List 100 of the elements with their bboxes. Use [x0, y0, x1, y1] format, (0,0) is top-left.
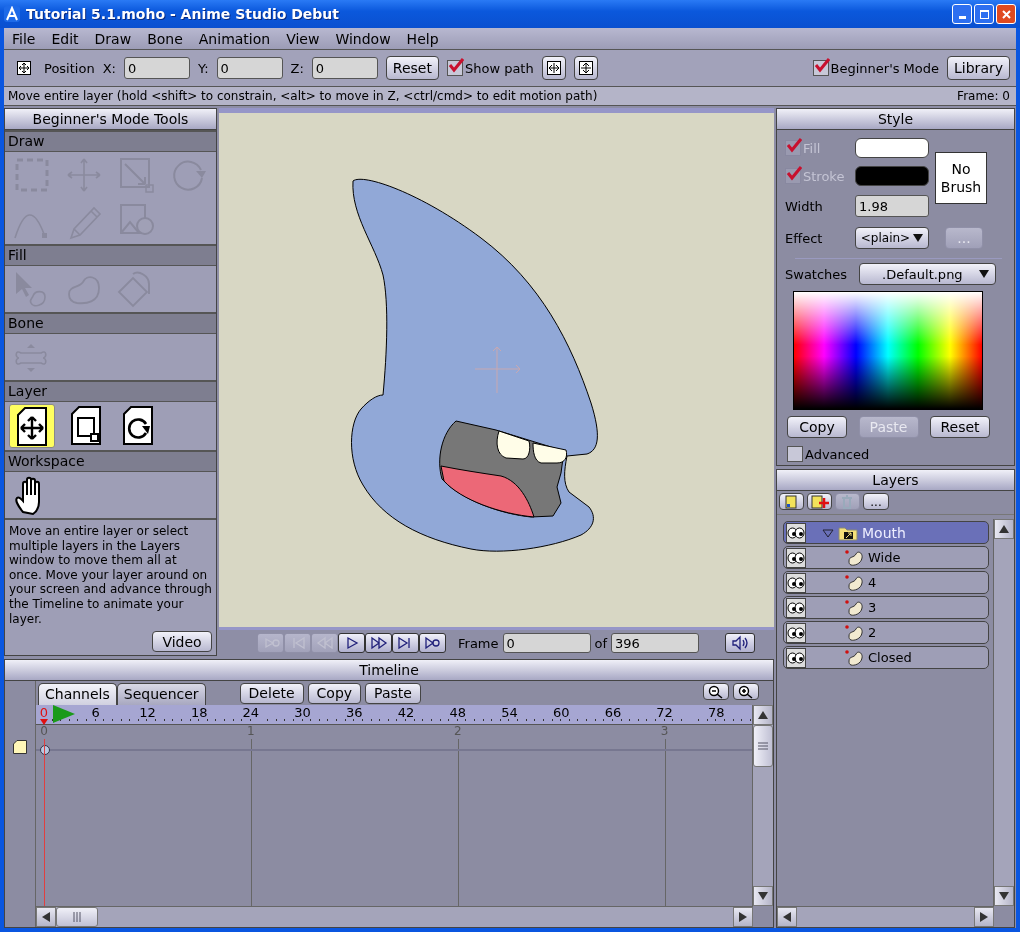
timeline-button[interactable]: Copy	[307, 682, 362, 704]
frame-number: 0	[39, 706, 49, 720]
add-layer-icon	[809, 493, 830, 510]
layer-name: Closed	[868, 650, 912, 665]
coordinate-field[interactable]: 0	[216, 57, 283, 79]
menu-item[interactable]: View	[278, 30, 328, 47]
palette-button[interactable]: Copy	[787, 416, 847, 438]
maximize-button[interactable]	[974, 4, 994, 24]
layer-tool-button[interactable]	[807, 493, 832, 510]
advanced-label: Advanced	[805, 446, 870, 462]
layer-name: 2	[868, 625, 877, 640]
scroll-thumb[interactable]	[753, 725, 773, 767]
fill-color-swatch[interactable]	[855, 138, 929, 158]
menu-item[interactable]: Window	[327, 30, 399, 47]
left-arrow-icon	[783, 912, 791, 922]
section-header: Workspace	[5, 450, 216, 472]
eyes-icon	[786, 647, 806, 668]
frame-ruler[interactable]: 0 6 12 18 24 30 36 42 48 54 60 66 72 78	[36, 705, 752, 725]
effect-dropdown[interactable]: <plain>	[855, 227, 929, 249]
horizontal-scrollbar[interactable]	[36, 906, 753, 927]
coordinate-field[interactable]: 0	[311, 57, 378, 79]
playback-button[interactable]	[392, 633, 419, 653]
timeline-button[interactable]: Delete	[239, 682, 304, 704]
layer-row[interactable]: Mouth	[783, 521, 989, 544]
menu-item[interactable]: Draw	[86, 30, 140, 47]
palette-button[interactable]: Reset	[930, 416, 990, 438]
right-arrow-icon	[739, 912, 747, 922]
checkmark-icon	[813, 58, 830, 74]
zoom-out-icon	[708, 684, 724, 699]
layer-name: Wide	[868, 550, 901, 565]
width-label: Width	[785, 198, 824, 214]
panel-header: Beginner's Mode Tools	[5, 109, 216, 130]
frame-number: 24	[242, 706, 260, 720]
flip-horizontal-button[interactable]	[541, 56, 566, 80]
layer-row[interactable]: 3	[783, 596, 989, 619]
menu-item[interactable]: File	[4, 30, 44, 47]
playback-button[interactable]	[365, 633, 392, 653]
eyes-icon	[786, 522, 806, 543]
menu-item[interactable]: Help	[398, 30, 447, 47]
color-palette[interactable]	[793, 291, 983, 410]
brush-preview[interactable]: No Brush	[935, 152, 987, 204]
second-marker: 1	[247, 725, 255, 738]
layer-row[interactable]: 2	[783, 621, 989, 644]
stroke-color-swatch[interactable]	[855, 166, 929, 186]
effect-label: Effect	[785, 230, 824, 246]
playback-button[interactable]	[338, 633, 365, 653]
close-icon	[1001, 9, 1011, 19]
speaker-icon	[730, 634, 751, 652]
tab[interactable]: Channels	[38, 683, 117, 705]
playback-button[interactable]	[419, 633, 446, 653]
zoom-in-button[interactable]	[733, 683, 759, 700]
zoom-out-button[interactable]	[703, 683, 729, 700]
coordinate-field[interactable]: 0	[123, 57, 190, 79]
library-button[interactable]: Library	[947, 56, 1010, 80]
flip-vertical-icon	[577, 60, 594, 76]
layer-row[interactable]: Wide	[783, 546, 989, 569]
left-arrow-icon	[42, 912, 50, 922]
window-title: Tutorial 5.1.moho - Anime Studio Debut	[26, 6, 340, 22]
horizontal-scrollbar[interactable]	[777, 906, 994, 927]
eyes-icon	[786, 572, 806, 593]
reset-button[interactable]: Reset	[385, 56, 439, 80]
total-frames-field[interactable]: 396	[611, 633, 700, 653]
menu-item[interactable]: Bone	[139, 30, 191, 47]
frame-field[interactable]: 0	[502, 633, 591, 653]
frame-label: Frame	[458, 635, 499, 651]
section-header: Fill	[5, 244, 216, 266]
frame-number: 36	[346, 706, 363, 720]
frame-number: 66	[604, 706, 622, 720]
frame-number: 30	[294, 706, 311, 720]
tab[interactable]: Sequencer	[116, 683, 206, 705]
help-text: Move an entire layer or select multiple layers in the Layers window to move them all at once. Move your layer around on your screen and advance through the Timeline to animate your layer.	[9, 524, 212, 627]
width-field[interactable]: 1.98	[855, 195, 929, 217]
bean-layer-icon	[844, 648, 864, 667]
scroll-thumb[interactable]	[56, 907, 98, 927]
swatches-label: Swatches	[785, 266, 848, 282]
layer-page-icon	[12, 739, 28, 755]
checkbox[interactable]	[787, 446, 803, 462]
timeline-button[interactable]: Paste	[365, 682, 421, 704]
panel-header: Layers	[777, 470, 1014, 491]
frame-indicator: Frame: 0	[957, 89, 1010, 103]
swatches-dropdown[interactable]: .Default.png	[859, 263, 997, 285]
flip-vertical-button[interactable]	[573, 56, 598, 80]
tool-button[interactable]	[9, 404, 55, 448]
section-header: Layer	[5, 380, 216, 402]
menu-item[interactable]: Animation	[190, 30, 279, 47]
layer-tool-button[interactable]	[779, 493, 804, 510]
layer-row[interactable]: 4	[783, 571, 989, 594]
checkbox[interactable]	[446, 60, 463, 76]
sound-button[interactable]	[725, 633, 756, 653]
checkbox[interactable]	[812, 60, 829, 76]
vertical-scrollbar[interactable]	[993, 519, 1014, 906]
close-button[interactable]	[996, 4, 1016, 24]
layer-options-button[interactable]: ...	[863, 493, 889, 510]
vertical-scrollbar[interactable]	[752, 705, 773, 906]
menu-item[interactable]: Edit	[43, 30, 87, 47]
video-button[interactable]: Video	[152, 631, 212, 652]
frame-number: 60	[552, 706, 570, 720]
minimize-button[interactable]	[952, 4, 972, 24]
layer-row[interactable]: Closed	[783, 646, 989, 669]
layer-name: Mouth	[862, 524, 906, 541]
